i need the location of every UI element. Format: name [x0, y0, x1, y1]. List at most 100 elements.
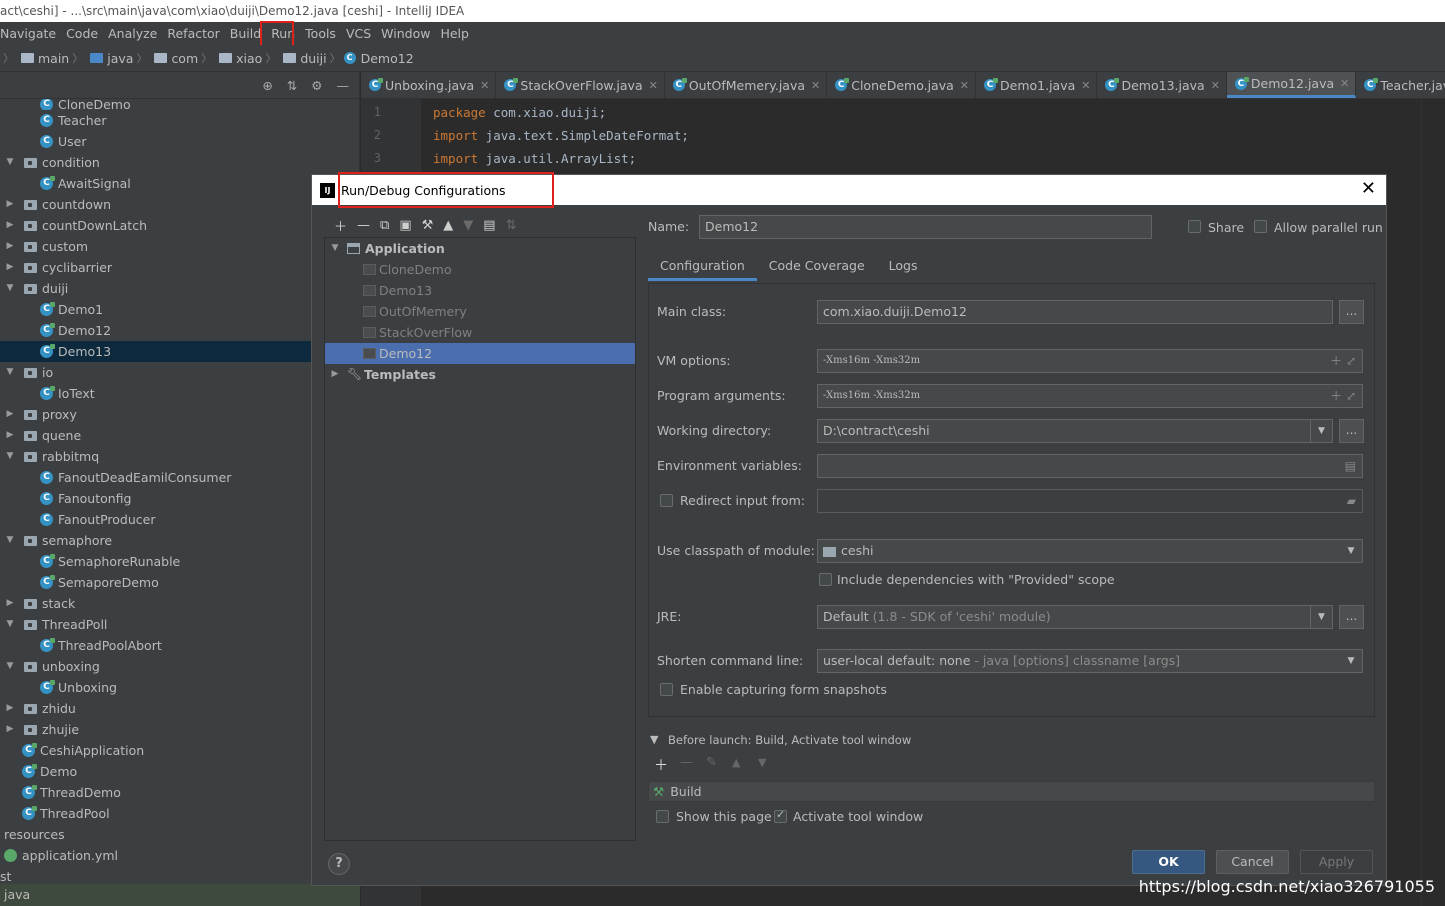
editor-tab[interactable]: C Unboxing.java ✕	[361, 72, 497, 98]
move-task-down-icon[interactable]: ▼	[758, 756, 766, 769]
menu-refactor[interactable]: Refactor	[162, 22, 224, 45]
close-tab-icon[interactable]: ✕	[649, 79, 658, 92]
collapse-arrow-icon[interactable]: ▶	[4, 404, 16, 425]
menu-window[interactable]: Window	[376, 22, 435, 45]
crumb-xiao[interactable]: xiao	[236, 51, 262, 66]
close-tab-icon[interactable]: ✕	[480, 79, 489, 92]
build-task-row[interactable]: ⚒ Build	[648, 781, 1375, 802]
close-tab-icon[interactable]: ✕	[1211, 79, 1220, 92]
env-vars-field[interactable]: ▤	[817, 454, 1363, 478]
tree-item[interactable]: C ThreadDemo	[0, 782, 359, 803]
tree-item[interactable]: C AwaitSignal	[0, 173, 359, 194]
expand-icon[interactable]: ＋ ⤢	[1330, 385, 1356, 407]
expand-arrow-icon[interactable]: ▼	[4, 656, 16, 677]
activate-tool-checkbox[interactable]	[774, 808, 787, 823]
help-button[interactable]: ?	[328, 853, 350, 875]
tree-item[interactable]: ▶ stack	[0, 593, 359, 614]
tree-item[interactable]: C FanoutDeadEamilConsumer	[0, 467, 359, 488]
crumb-com[interactable]: com	[171, 51, 198, 66]
chevron-down-icon[interactable]: ▼	[1310, 606, 1332, 628]
redirect-checkbox[interactable]	[660, 494, 673, 507]
tree-item[interactable]: ▼ io	[0, 362, 359, 383]
save-icon[interactable]: ▣	[399, 218, 411, 233]
tree-item[interactable]: C Demo1	[0, 299, 359, 320]
chevron-down-icon[interactable]: ▼	[1310, 420, 1332, 442]
program-args-field[interactable]: -Xms16m -Xms32m ＋ ⤢	[817, 384, 1363, 408]
tree-application[interactable]: ▼ Application	[325, 238, 635, 259]
tree-item[interactable]: C SemaporeDemo	[0, 572, 359, 593]
folder-icon[interactable]: ▤	[483, 218, 495, 233]
add-task-icon[interactable]: ＋	[654, 755, 668, 775]
tree-item[interactable]: C Demo12	[0, 320, 359, 341]
collapse-arrow-icon[interactable]: ▶	[4, 215, 16, 236]
add-icon[interactable]: ＋	[334, 216, 347, 235]
collapse-arrow-icon[interactable]: ▶	[4, 719, 16, 740]
include-deps-checkbox[interactable]	[819, 573, 832, 586]
expand-arrow-icon[interactable]: ▼	[329, 238, 341, 259]
gear-icon[interactable]: ⚙	[311, 78, 322, 93]
config-item[interactable]: Demo12	[325, 343, 635, 364]
tree-item[interactable]: ▼ condition	[0, 152, 359, 173]
wrench-icon[interactable]: ⚒	[422, 218, 434, 233]
tree-item[interactable]: C Demo13	[0, 341, 359, 362]
tree-item[interactable]: C ThreadPool	[0, 803, 359, 824]
bottom-tool-label[interactable]: java	[0, 884, 360, 906]
config-item[interactable]: StackOverFlow	[325, 322, 635, 343]
copy-icon[interactable]: ⧉	[380, 218, 389, 233]
tab-logs[interactable]: Logs	[877, 253, 930, 281]
tree-item[interactable]: ▶ custom	[0, 236, 359, 257]
collapse-arrow-icon[interactable]: ▶	[4, 698, 16, 719]
menu-help[interactable]: Help	[435, 22, 474, 45]
tree-item[interactable]: ▶ countdown	[0, 194, 359, 215]
tree-item[interactable]: ▶ zhujie	[0, 719, 359, 740]
tree-item[interactable]: C SemaphoreRunable	[0, 551, 359, 572]
move-up-icon[interactable]: ▲	[443, 218, 453, 233]
tab-code-coverage[interactable]: Code Coverage	[757, 253, 877, 281]
expand-arrow-icon[interactable]: ▼	[4, 446, 16, 467]
tree-item[interactable]: C Teacher	[0, 110, 359, 131]
tab-configuration[interactable]: Configuration	[648, 253, 757, 281]
folder-open-icon[interactable]: ▰	[1347, 490, 1356, 512]
tree-item[interactable]: C ThreadPoolAbort	[0, 635, 359, 656]
move-task-up-icon[interactable]: ▲	[732, 756, 740, 769]
cancel-button[interactable]: Cancel	[1216, 850, 1289, 874]
tree-item[interactable]: application.yml	[0, 845, 359, 866]
close-tab-icon[interactable]: ✕	[1081, 79, 1090, 92]
expand-icon[interactable]: ＋ ⤢	[1330, 350, 1356, 372]
tree-item[interactable]: ▼ ThreadPoll	[0, 614, 359, 635]
tree-item[interactable]: ▶ countDownLatch	[0, 215, 359, 236]
tree-item[interactable]: C User	[0, 131, 359, 152]
menu-vcs[interactable]: VCS	[341, 22, 376, 45]
editor-tab[interactable]: C StackOverFlow.java ✕	[496, 72, 665, 98]
allow-parallel-checkbox[interactable]	[1254, 220, 1267, 233]
editor-tab[interactable]: C Demo12.java ✕	[1226, 72, 1357, 98]
config-item[interactable]: CloneDemo	[325, 259, 635, 280]
menu-tools[interactable]: Tools	[300, 22, 341, 45]
tree-item[interactable]: resources	[0, 824, 359, 845]
collapse-arrow-icon[interactable]: ▶	[4, 194, 16, 215]
remove-icon[interactable]: —	[357, 218, 370, 233]
collapse-arrow-icon[interactable]: ▶	[4, 425, 16, 446]
show-page-checkbox[interactable]	[656, 810, 669, 823]
collapse-arrow-icon[interactable]: ▶	[329, 364, 341, 385]
expand-arrow-icon[interactable]: ▼	[4, 614, 16, 635]
tree-item[interactable]: ▶ zhidu	[0, 698, 359, 719]
menu-analyze[interactable]: Analyze	[103, 22, 162, 45]
chevron-down-icon[interactable]: ▼	[1340, 540, 1362, 562]
shorten-select[interactable]: user-local default: none - java [options…	[817, 649, 1363, 673]
apply-button[interactable]: Apply	[1300, 850, 1373, 874]
tree-item[interactable]: ▼ unboxing	[0, 656, 359, 677]
editor-tab[interactable]: C Demo13.java ✕	[1097, 72, 1227, 98]
editor-scrollbar[interactable]	[1421, 99, 1445, 906]
tree-item[interactable]: ▶ quene	[0, 425, 359, 446]
expand-arrow-icon[interactable]: ▼	[4, 152, 16, 173]
crumb-duiji[interactable]: duiji	[300, 51, 326, 66]
config-item[interactable]: Demo13	[325, 280, 635, 301]
crumb-main[interactable]: main	[38, 51, 69, 66]
expand-arrow-icon[interactable]: ▼	[4, 362, 16, 383]
move-down-icon[interactable]: ▼	[463, 218, 473, 233]
snapshots-checkbox[interactable]	[660, 683, 673, 696]
ok-button[interactable]: OK	[1132, 850, 1205, 874]
collapse-arrow-icon[interactable]: ▶	[4, 257, 16, 278]
tree-item[interactable]: ▼ rabbitmq	[0, 446, 359, 467]
